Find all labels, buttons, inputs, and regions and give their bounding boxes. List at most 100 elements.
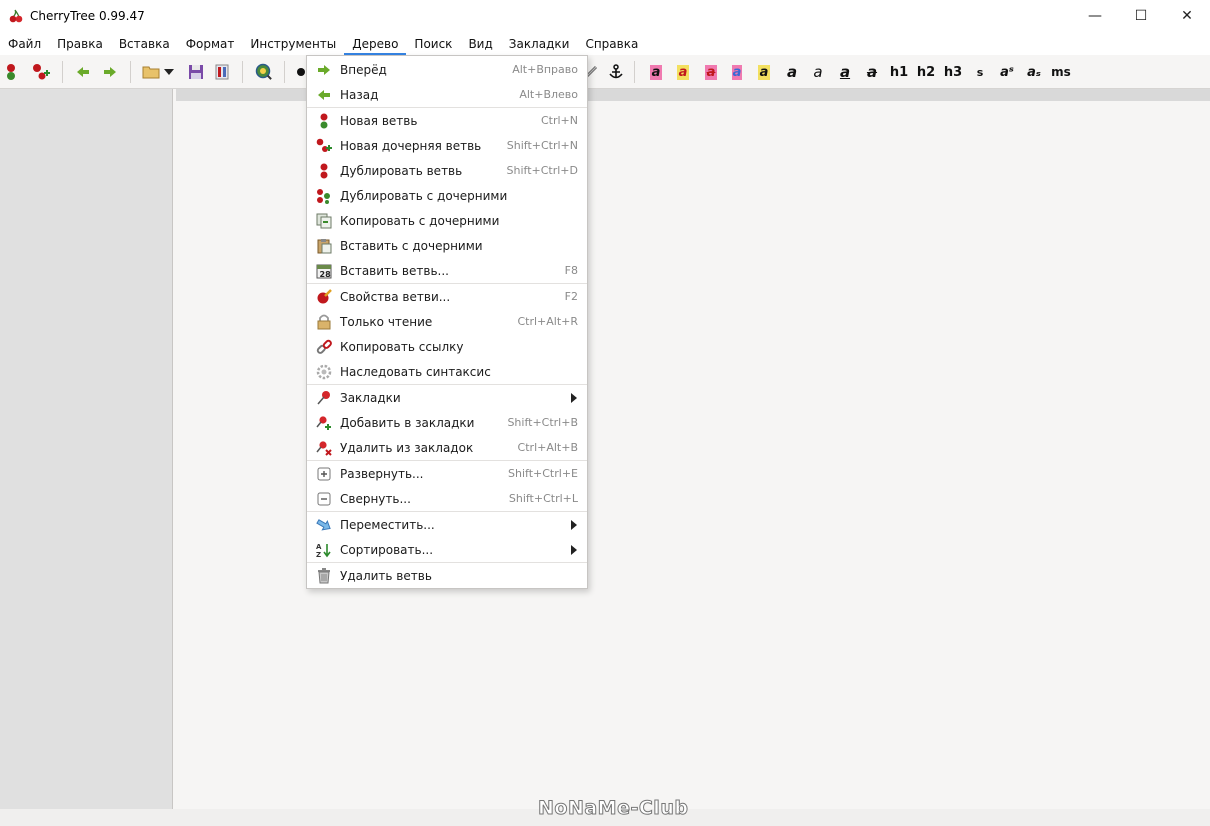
forward-tool-button[interactable] — [99, 61, 121, 83]
menuitem-inherit-syntax[interactable]: Наследовать синтаксис — [307, 359, 587, 384]
menuitem-insert-date-node[interactable]: 28 Вставить ветвь... F8 — [307, 258, 587, 283]
menuitem-label: Свойства ветви... — [340, 289, 451, 304]
collapse-icon — [316, 491, 332, 507]
svg-text:28: 28 — [320, 270, 332, 279]
watermark-text: NoNaMe-Club — [537, 797, 689, 820]
find-tool-button[interactable] — [253, 61, 275, 83]
menu-help[interactable]: Справка — [577, 31, 646, 55]
menuitem-label: Дублировать ветвь — [340, 163, 463, 178]
arrow-right-icon — [316, 62, 332, 78]
tree-menu-dropdown: Вперёд Alt+Вправо Назад Alt+Влево Новая … — [306, 55, 588, 589]
document-export-icon — [215, 64, 229, 80]
tree-panel[interactable] — [0, 89, 173, 809]
link-icon — [316, 339, 332, 355]
submenu-arrow-icon — [571, 519, 577, 530]
menu-edit[interactable]: Правка — [49, 31, 111, 55]
menu-search[interactable]: Поиск — [406, 31, 460, 55]
menuitem-collapse[interactable]: Свернуть... Shift+Ctrl+L — [307, 486, 587, 511]
new-child-node-tool-button[interactable] — [30, 61, 52, 83]
menu-view[interactable]: Вид — [460, 31, 500, 55]
arrow-left-icon — [316, 87, 332, 103]
small-tool-button[interactable]: s — [969, 61, 991, 83]
menuitem-label: Назад — [340, 87, 379, 102]
expand-icon — [316, 466, 332, 482]
menuitem-node-properties[interactable]: Свойства ветви... F2 — [307, 284, 587, 309]
menuitem-duplicate-with-children[interactable]: Дублировать с дочерними — [307, 183, 587, 208]
menuitem-shortcut: Shift+Ctrl+L — [508, 492, 578, 505]
strikethrough-tool-button[interactable]: a — [861, 61, 883, 83]
minimize-button[interactable]: — — [1072, 0, 1118, 31]
menu-format[interactable]: Формат — [178, 31, 243, 55]
menuitem-shortcut: Ctrl+Alt+R — [517, 315, 578, 328]
remove-formatting-icon: a — [704, 64, 718, 80]
text-mark-tool-button[interactable]: a — [753, 61, 775, 83]
h1-label: h1 — [889, 64, 909, 80]
menu-tools[interactable]: Инструменты — [242, 31, 344, 55]
menuitem-new-child-node[interactable]: Новая дочерняя ветвь Shift+Ctrl+N — [307, 133, 587, 158]
paste-icon — [316, 238, 332, 254]
menuitem-remove-bookmark[interactable]: Удалить из закладок Ctrl+Alt+B — [307, 435, 587, 460]
bold-icon: a — [786, 63, 798, 81]
text-color-fg-tool-button[interactable]: a — [645, 61, 667, 83]
back-tool-button[interactable] — [72, 61, 94, 83]
superscript-tool-button[interactable]: aˢ — [996, 61, 1018, 83]
pin-add-icon — [316, 415, 332, 431]
menuitem-new-node[interactable]: Новая ветвь Ctrl+N — [307, 108, 587, 133]
subscript-tool-button[interactable]: aₛ — [1023, 61, 1045, 83]
svg-text:Z: Z — [316, 551, 321, 558]
menu-bookmarks[interactable]: Закладки — [501, 31, 578, 55]
menu-file[interactable]: Файл — [0, 31, 49, 55]
menuitem-read-only[interactable]: Только чтение Ctrl+Alt+R — [307, 309, 587, 334]
h1-tool-button[interactable]: h1 — [888, 61, 910, 83]
pin-icon — [316, 390, 332, 406]
menuitem-copy-with-children[interactable]: Копировать с дочерними — [307, 208, 587, 233]
menuitem-sort[interactable]: AZ Сортировать... — [307, 537, 587, 562]
menuitem-label: Копировать ссылку — [340, 339, 464, 354]
italic-tool-button[interactable]: a — [807, 61, 829, 83]
monospace-tool-button[interactable]: ms — [1050, 61, 1072, 83]
monospace-label: ms — [1051, 65, 1071, 79]
menuitem-bookmarks[interactable]: Закладки — [307, 385, 587, 410]
text-color-bg-tool-button[interactable]: a — [672, 61, 694, 83]
menuitem-duplicate-node[interactable]: Дублировать ветвь Shift+Ctrl+D — [307, 158, 587, 183]
save-tool-button[interactable] — [185, 61, 207, 83]
menuitem-expand[interactable]: Развернуть... Shift+Ctrl+E — [307, 461, 587, 486]
menuitem-shortcut: Shift+Ctrl+B — [507, 416, 578, 429]
bullet-icon — [297, 68, 305, 76]
copy-icon — [316, 213, 332, 229]
menuitem-copy-link[interactable]: Копировать ссылку — [307, 334, 587, 359]
underline-tool-button[interactable]: a — [834, 61, 856, 83]
close-button[interactable]: ✕ — [1164, 0, 1210, 31]
menu-insert[interactable]: Вставка — [111, 31, 178, 55]
gear-icon — [316, 364, 332, 380]
text-highlight-tool-button[interactable]: a — [726, 61, 748, 83]
menuitem-delete-node[interactable]: Удалить ветвь — [307, 563, 587, 588]
menuitem-label: Свернуть... — [340, 491, 411, 506]
open-recent-dropdown[interactable] — [162, 61, 176, 83]
cherry-edit-icon — [316, 288, 332, 305]
cherry-node-icon — [7, 64, 15, 80]
export-tool-button[interactable] — [211, 61, 233, 83]
menu-tree[interactable]: Дерево — [344, 31, 407, 55]
open-file-tool-button[interactable] — [140, 61, 162, 83]
italic-icon: a — [813, 63, 823, 81]
minimize-icon: — — [1088, 7, 1102, 24]
h2-tool-button[interactable]: h2 — [915, 61, 937, 83]
lock-icon — [316, 314, 332, 330]
menuitem-move[interactable]: Переместить... — [307, 512, 587, 537]
new-node-tool-button[interactable] — [0, 61, 22, 83]
menuitem-paste-with-children[interactable]: Вставить с дочерними — [307, 233, 587, 258]
menuitem-shortcut: Shift+Ctrl+D — [506, 164, 578, 177]
window-title: CherryTree 0.99.47 — [30, 8, 145, 23]
menuitem-label: Новая ветвь — [340, 113, 418, 128]
menuitem-forward[interactable]: Вперёд Alt+Вправо — [307, 57, 587, 82]
maximize-button[interactable]: ☐ — [1118, 0, 1164, 31]
bold-tool-button[interactable]: a — [781, 61, 803, 83]
anchor-tool-button[interactable] — [605, 61, 627, 83]
remove-formatting-tool-button[interactable]: a — [700, 61, 722, 83]
h3-tool-button[interactable]: h3 — [942, 61, 964, 83]
pin-remove-icon — [316, 440, 332, 456]
menuitem-back[interactable]: Назад Alt+Влево — [307, 82, 587, 107]
menuitem-add-bookmark[interactable]: Добавить в закладки Shift+Ctrl+B — [307, 410, 587, 435]
arrow-right-icon — [104, 67, 116, 77]
